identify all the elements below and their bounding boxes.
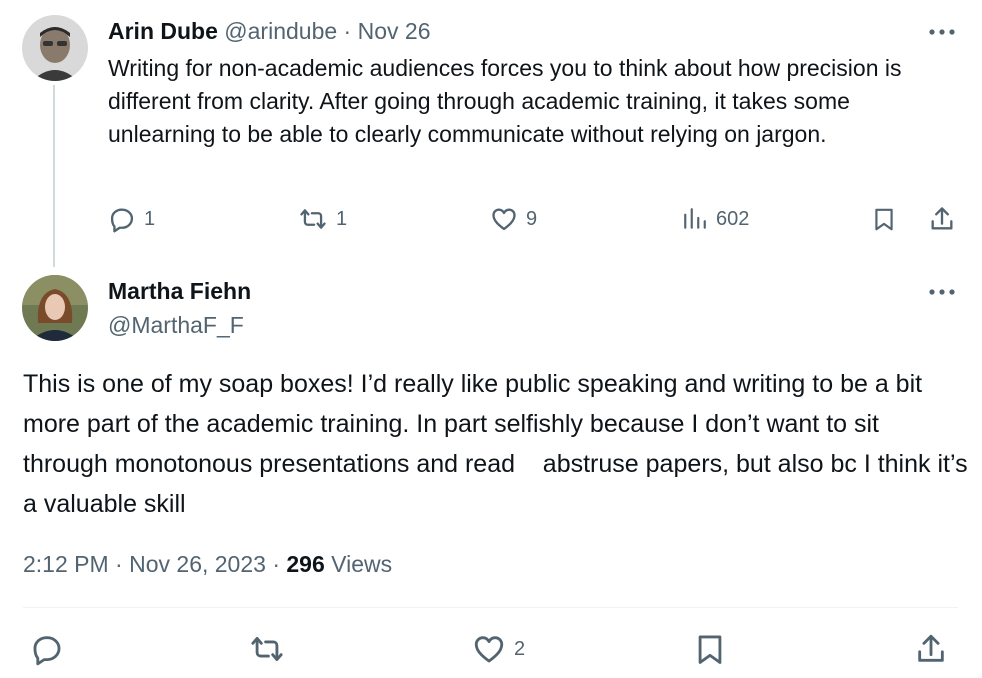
reply-icon bbox=[33, 636, 61, 666]
avatar-martha-fiehn[interactable] bbox=[22, 275, 88, 341]
bookmark-button[interactable] bbox=[693, 632, 727, 666]
repost-count: 1 bbox=[336, 207, 348, 230]
post-body: Writing for non-academic audiences force… bbox=[108, 55, 902, 147]
author-name[interactable]: Martha Fiehn bbox=[108, 278, 251, 305]
bookmark-icon bbox=[698, 635, 722, 664]
repost-icon bbox=[300, 209, 326, 229]
reply-icon bbox=[110, 208, 134, 233]
avatar-arin-dube[interactable] bbox=[22, 15, 88, 81]
like-icon bbox=[474, 636, 504, 663]
more-options-button[interactable] bbox=[927, 282, 957, 302]
reply-count: 1 bbox=[144, 207, 156, 230]
views-count: 602 bbox=[716, 207, 750, 230]
views-number: 296 bbox=[286, 551, 325, 577]
share-button[interactable] bbox=[914, 632, 948, 666]
bookmark-button[interactable] bbox=[871, 205, 897, 233]
views-label: Views bbox=[331, 551, 393, 577]
reply-button[interactable] bbox=[30, 632, 64, 666]
more-options-button[interactable] bbox=[927, 22, 957, 42]
share-icon bbox=[918, 634, 944, 662]
like-icon bbox=[492, 208, 516, 231]
thread-line bbox=[53, 85, 55, 267]
header-separator: · bbox=[343, 18, 352, 44]
like-button[interactable]: 2 bbox=[472, 632, 525, 666]
repost-button[interactable] bbox=[248, 632, 286, 666]
post-body: This is one of my soap boxes! I’d really… bbox=[23, 370, 975, 518]
more-icon bbox=[929, 29, 955, 35]
post-date[interactable]: Nov 26 bbox=[358, 18, 431, 44]
like-button[interactable]: 9 bbox=[490, 205, 537, 233]
repost-icon bbox=[251, 636, 283, 662]
reply-button[interactable]: 1 bbox=[108, 205, 155, 233]
like-count: 9 bbox=[526, 207, 538, 230]
share-button[interactable] bbox=[928, 205, 956, 233]
meta-separator: · bbox=[115, 551, 123, 577]
more-icon bbox=[929, 289, 955, 295]
views-button[interactable]: 602 bbox=[682, 205, 749, 233]
like-count: 2 bbox=[514, 637, 526, 660]
repost-button[interactable]: 1 bbox=[298, 205, 347, 233]
post-time[interactable]: 2:12 PM bbox=[23, 551, 109, 577]
author-handle[interactable]: @MarthaF_F bbox=[108, 312, 244, 339]
post-header: Arin Dube @arindube · Nov 26 bbox=[108, 18, 430, 45]
post-metadata: 2:12 PM · Nov 26, 2023 · 296 Views bbox=[23, 551, 392, 578]
views-icon bbox=[684, 208, 706, 229]
divider bbox=[23, 607, 958, 608]
author-handle[interactable]: @arindube bbox=[224, 18, 337, 44]
bookmark-icon bbox=[875, 208, 893, 231]
share-icon bbox=[931, 207, 953, 230]
meta-separator: · bbox=[272, 551, 280, 577]
author-name[interactable]: Arin Dube bbox=[108, 18, 218, 44]
post-date[interactable]: Nov 26, 2023 bbox=[129, 551, 266, 577]
